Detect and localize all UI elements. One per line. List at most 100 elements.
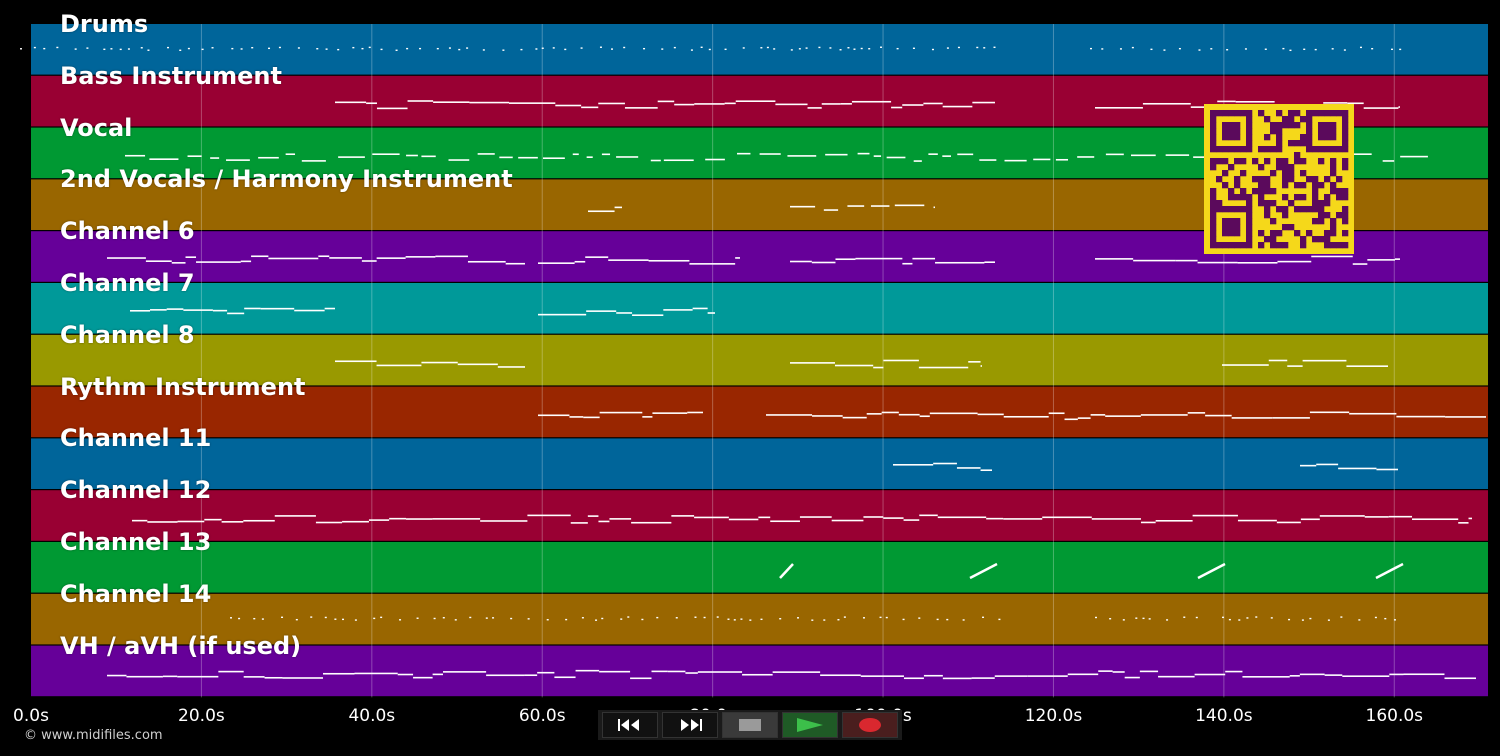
midi-note — [1309, 411, 1350, 414]
qr-module — [1294, 182, 1301, 189]
midi-note — [790, 49, 793, 51]
qr-module — [1312, 188, 1319, 195]
qr-module — [1342, 122, 1349, 129]
midi-note — [1319, 515, 1365, 517]
track-label: Channel 6 — [60, 217, 195, 246]
fast-forward-button[interactable] — [662, 712, 718, 738]
qr-module — [1270, 188, 1277, 195]
midi-note — [56, 46, 59, 49]
midi-note — [1226, 49, 1229, 51]
midi-note — [1095, 107, 1143, 109]
midi-note — [918, 366, 969, 369]
midi-note — [1033, 158, 1051, 161]
rewind-button[interactable] — [602, 712, 658, 738]
midi-note — [962, 619, 965, 621]
qr-module — [1306, 230, 1313, 237]
midi-note — [537, 671, 555, 674]
qr-module — [1216, 176, 1223, 183]
qr-module — [1240, 110, 1247, 117]
qr-module — [1228, 230, 1235, 237]
midi-note — [860, 47, 863, 50]
qr-module — [1330, 128, 1337, 135]
qr-module — [1288, 116, 1295, 123]
midi-note — [1192, 514, 1238, 517]
qr-module — [1222, 170, 1229, 177]
midi-note — [74, 48, 77, 50]
midi-note — [1371, 48, 1374, 50]
qr-module — [1210, 224, 1217, 231]
midi-note — [870, 205, 890, 207]
midi-note — [238, 617, 241, 620]
qr-module — [1324, 194, 1331, 201]
midi-note — [227, 312, 245, 315]
midi-note — [518, 156, 538, 159]
midi-note — [1166, 619, 1169, 621]
midi-note — [1301, 619, 1304, 621]
midi-note — [372, 153, 400, 156]
play-button[interactable] — [782, 712, 838, 738]
qr-module — [1252, 176, 1259, 183]
midi-note — [692, 307, 708, 310]
qr-module — [1324, 122, 1331, 129]
midi-note — [1340, 616, 1343, 618]
qr-module — [1228, 164, 1235, 171]
midi-note — [126, 675, 163, 678]
qr-module — [1294, 194, 1301, 201]
midi-note — [380, 48, 383, 51]
qr-code-icon — [1204, 104, 1354, 254]
midi-note — [614, 206, 622, 209]
midi-note — [703, 616, 706, 619]
midi-note — [601, 153, 611, 156]
midi-note — [1237, 519, 1277, 522]
midi-note — [883, 359, 919, 362]
midi-note — [140, 47, 143, 49]
qr-module — [1264, 116, 1271, 123]
qr-module — [1342, 218, 1349, 225]
midi-note — [492, 617, 495, 619]
midi-note — [497, 366, 525, 368]
midi-note — [535, 48, 538, 50]
midi-note — [1246, 617, 1249, 619]
midi-note — [467, 260, 506, 263]
time-tick-label: 160.0s — [1365, 706, 1424, 726]
midi-note — [1142, 617, 1145, 620]
qr-module — [1228, 206, 1235, 213]
qr-module — [1318, 206, 1325, 213]
qr-module — [1210, 200, 1217, 207]
midi-note — [886, 156, 906, 159]
record-button[interactable] — [842, 712, 898, 738]
qr-module — [1276, 134, 1283, 141]
midi-note — [1300, 518, 1320, 521]
qr-module — [1222, 218, 1229, 225]
qr-module — [1246, 140, 1253, 147]
midi-note — [399, 619, 402, 621]
midi-note — [902, 618, 905, 621]
time-tick-label: 120.0s — [1024, 706, 1083, 726]
midi-note — [724, 48, 727, 51]
midi-note — [1276, 521, 1301, 524]
qr-module — [1312, 206, 1319, 213]
midi-note — [282, 677, 323, 679]
qr-module — [1300, 242, 1307, 249]
midi-note — [1268, 359, 1288, 362]
midi-note — [352, 46, 355, 49]
midi-note — [395, 49, 398, 51]
midi-note — [419, 47, 422, 50]
qr-module — [1210, 206, 1217, 213]
midi-note — [598, 102, 625, 105]
stop-button[interactable] — [722, 712, 778, 738]
qr-module — [1240, 194, 1247, 201]
rewind-icon — [618, 719, 639, 731]
midi-note — [405, 256, 436, 258]
midi-note — [971, 677, 995, 679]
time-tick-label: 140.0s — [1195, 706, 1253, 726]
qr-module — [1210, 122, 1217, 129]
midi-note — [773, 48, 776, 50]
midi-note — [651, 670, 668, 673]
midi-note — [977, 413, 1004, 416]
qr-module — [1342, 194, 1349, 201]
midi-note — [823, 209, 839, 211]
midi-note — [735, 100, 776, 103]
midi-note — [986, 517, 1004, 520]
midi-note — [979, 159, 997, 161]
